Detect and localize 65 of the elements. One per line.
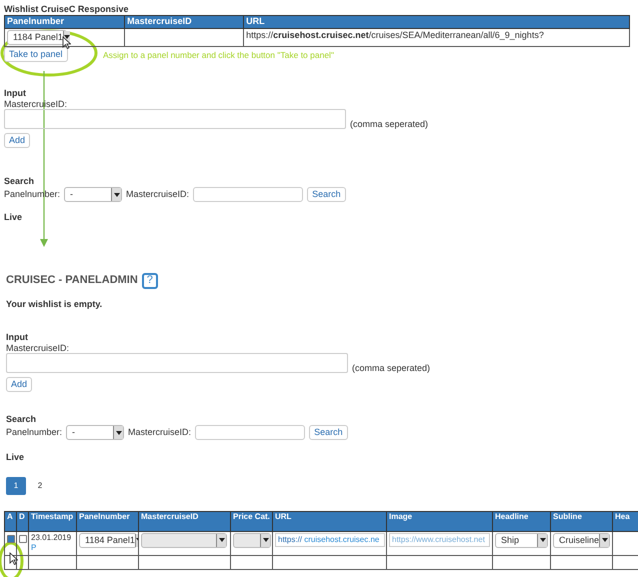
column-header: Subline [550, 511, 612, 532]
field-label: Panelnumber: [6, 427, 62, 438]
section-heading: Search [4, 176, 34, 188]
column-header: URL [244, 15, 630, 28]
page-button[interactable]: 1 [6, 476, 26, 495]
caret-icon [116, 430, 122, 435]
section-heading: Input [4, 88, 26, 99]
section-heading: Search [6, 414, 36, 426]
price-dropdown[interactable] [233, 532, 271, 548]
column-header: D [16, 511, 28, 532]
column-header: MastercruiseID [138, 511, 230, 532]
caret-icon [262, 538, 268, 542]
section-heading: Live [4, 212, 22, 223]
url-field[interactable]: https:// cruisehost.cruisec.ne [275, 532, 385, 547]
caret-icon [114, 192, 120, 197]
mastercruise-dropdown[interactable] [141, 532, 227, 548]
column-header: Timestamp [28, 511, 76, 532]
panel-dropdown[interactable]: 1184 Panel1 [79, 532, 137, 548]
column-header: URL [272, 511, 386, 532]
column-header: Headline [492, 511, 550, 532]
column-header: Price Cat. [230, 511, 272, 532]
caret-icon [540, 538, 546, 542]
page-button[interactable]: 2 [30, 476, 50, 495]
cursor-icon [62, 36, 71, 49]
caret-icon [64, 35, 70, 40]
column-header: Panelnumber [4, 15, 125, 28]
hint-text: (comma seperated) [350, 118, 428, 130]
column-header: MastercruiseID [124, 15, 244, 28]
hint-text: (comma seperated) [352, 362, 430, 374]
text-area[interactable] [6, 353, 348, 374]
headline-dropdown[interactable]: Ship [495, 532, 548, 548]
search-field[interactable] [193, 187, 304, 202]
take-to-panel-button[interactable]: Take to panel [4, 46, 68, 62]
panel-dropdown[interactable]: - [64, 187, 122, 202]
field-label: MastercruiseID: [128, 427, 192, 438]
panel-dropdown[interactable]: - [66, 425, 124, 440]
add-button[interactable]: Add [6, 377, 32, 392]
column-header: Panelnumber [76, 511, 138, 532]
checkbox[interactable] [19, 534, 27, 543]
search-button[interactable]: Search [309, 425, 348, 440]
cursor-icon [9, 552, 18, 565]
help-button[interactable]: ? [142, 272, 158, 289]
field-label: MastercruiseID: [126, 189, 190, 200]
column-header: Image [386, 511, 492, 532]
table-cell: https://cruisehost.cruisec.net/cruises/SEA/Mediterranean/all/6_9_nights? [244, 28, 630, 46]
p-link[interactable]: P [31, 542, 74, 552]
search-button[interactable]: Search [307, 187, 346, 202]
add-button[interactable]: Add [4, 133, 30, 148]
subline-dropdown[interactable]: Cruiseline [553, 532, 610, 548]
caret-icon [602, 538, 608, 542]
section-heading: Input [6, 332, 28, 343]
page-title: Wishlist CruiseC Responsive [4, 4, 128, 15]
annotation-text: Assign to a panel number and click the button "Take to panel" [103, 50, 334, 60]
page-title: CRUISEC - PANELADMIN [6, 274, 138, 288]
checkbox[interactable] [7, 534, 15, 543]
column-header: Hea [612, 511, 638, 532]
text-area[interactable] [4, 109, 346, 130]
empty-message: Your wishlist is empty. [6, 298, 102, 310]
field-label: MastercruiseID: [6, 342, 70, 354]
section-heading: Live [6, 452, 24, 463]
panel-dropdown[interactable]: 1184 Panel1 [7, 30, 67, 45]
column-header: A [4, 511, 16, 532]
caret-icon [218, 538, 224, 542]
search-field[interactable] [195, 425, 306, 440]
timestamp-text: 23.01.2019 [31, 532, 72, 543]
